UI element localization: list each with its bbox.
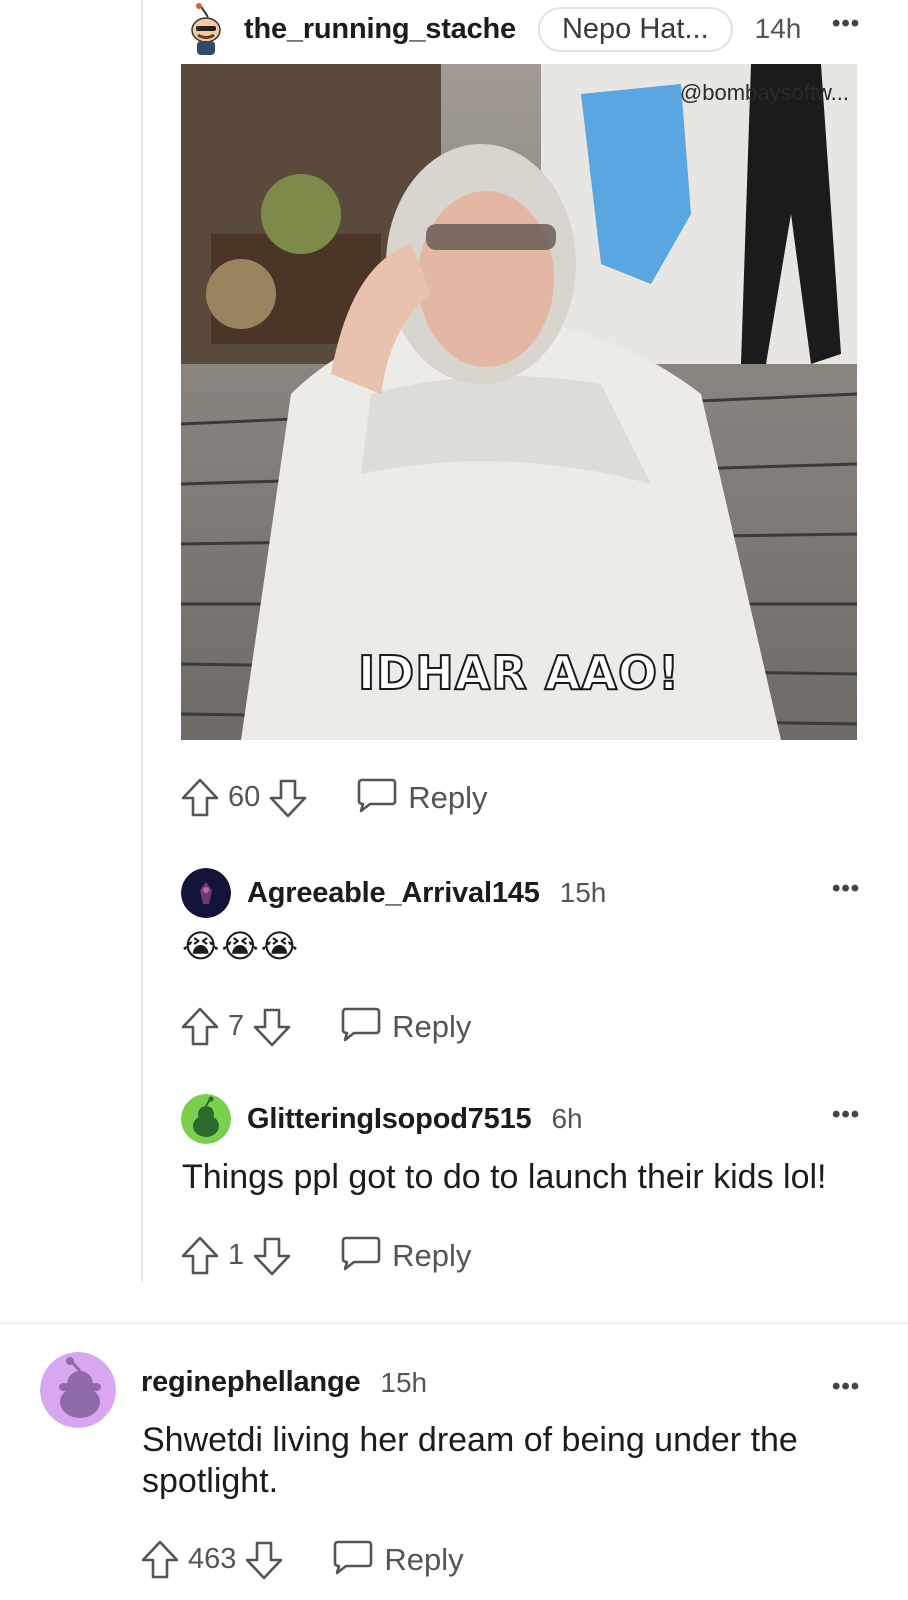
username[interactable]: GlitteringIsopod7515 bbox=[247, 1103, 532, 1136]
timestamp: 15h bbox=[559, 877, 607, 908]
reply-button[interactable]: Reply bbox=[340, 1005, 471, 1048]
reply-bubble-icon bbox=[340, 1234, 382, 1277]
snoo-avatar-icon[interactable] bbox=[40, 1352, 116, 1428]
reply-bubble-icon bbox=[356, 776, 398, 819]
reply-label: Reply bbox=[408, 779, 488, 815]
username[interactable]: the_running_stache bbox=[244, 13, 516, 46]
downvote-icon[interactable] bbox=[252, 1006, 292, 1048]
upvote-icon[interactable] bbox=[180, 777, 220, 819]
username[interactable]: Agreeable_Arrival145 bbox=[247, 877, 540, 910]
comment-divider bbox=[0, 1323, 908, 1324]
more-options-icon[interactable]: ••• bbox=[832, 875, 860, 903]
gif-caption: IDHAR AAO! bbox=[357, 645, 681, 701]
reply-label: Reply bbox=[392, 1237, 472, 1273]
comment-body: Shwetdi living her dream of being under … bbox=[142, 1420, 798, 1502]
reply-label: Reply bbox=[384, 1541, 464, 1577]
downvote-icon[interactable] bbox=[244, 1539, 284, 1581]
reply-label: Reply bbox=[392, 1008, 472, 1044]
username[interactable]: reginephellange bbox=[141, 1366, 361, 1399]
upvote-icon[interactable] bbox=[180, 1235, 220, 1277]
reply-button[interactable]: Reply bbox=[332, 1538, 464, 1581]
downvote-icon[interactable] bbox=[252, 1235, 292, 1277]
snoo-avatar-icon[interactable] bbox=[181, 1094, 231, 1144]
comment-body-line: Shwetdi living her dream of being under … bbox=[142, 1421, 798, 1459]
upvote-icon[interactable] bbox=[180, 1006, 220, 1048]
timestamp: 14h bbox=[754, 13, 802, 44]
reply-bubble-icon bbox=[332, 1538, 374, 1581]
user-avatar[interactable] bbox=[186, 3, 226, 55]
thread-line[interactable] bbox=[141, 0, 143, 1282]
gif-scene bbox=[181, 64, 857, 740]
vote-count: 463 bbox=[188, 1543, 237, 1575]
downvote-icon[interactable] bbox=[268, 777, 308, 819]
vote-count: 1 bbox=[228, 1239, 245, 1271]
gif-image[interactable]: @bombaysoftw... IDHAR AAO! bbox=[181, 64, 857, 740]
gif-watermark: @bombaysoftw... bbox=[679, 80, 849, 105]
emoji-reaction: 😭😭😭 bbox=[182, 928, 301, 964]
comment-body: Things ppl got to do to launch their kid… bbox=[182, 1158, 827, 1196]
vote-count: 7 bbox=[228, 1010, 245, 1042]
reply-bubble-icon bbox=[340, 1005, 382, 1048]
vote-count: 60 bbox=[228, 781, 261, 813]
user-flair: Nepo Hat... bbox=[537, 6, 733, 52]
more-options-icon[interactable]: ••• bbox=[832, 10, 860, 38]
user-avatar[interactable] bbox=[181, 868, 231, 918]
upvote-icon[interactable] bbox=[140, 1539, 180, 1581]
timestamp: 15h bbox=[380, 1366, 428, 1398]
reply-button[interactable]: Reply bbox=[340, 1234, 471, 1277]
timestamp: 6h bbox=[551, 1103, 583, 1134]
more-options-icon[interactable]: ••• bbox=[832, 1373, 860, 1401]
more-options-icon[interactable]: ••• bbox=[832, 1101, 860, 1129]
comment-body-line: spotlight. bbox=[142, 1462, 279, 1500]
reply-button[interactable]: Reply bbox=[356, 776, 488, 819]
